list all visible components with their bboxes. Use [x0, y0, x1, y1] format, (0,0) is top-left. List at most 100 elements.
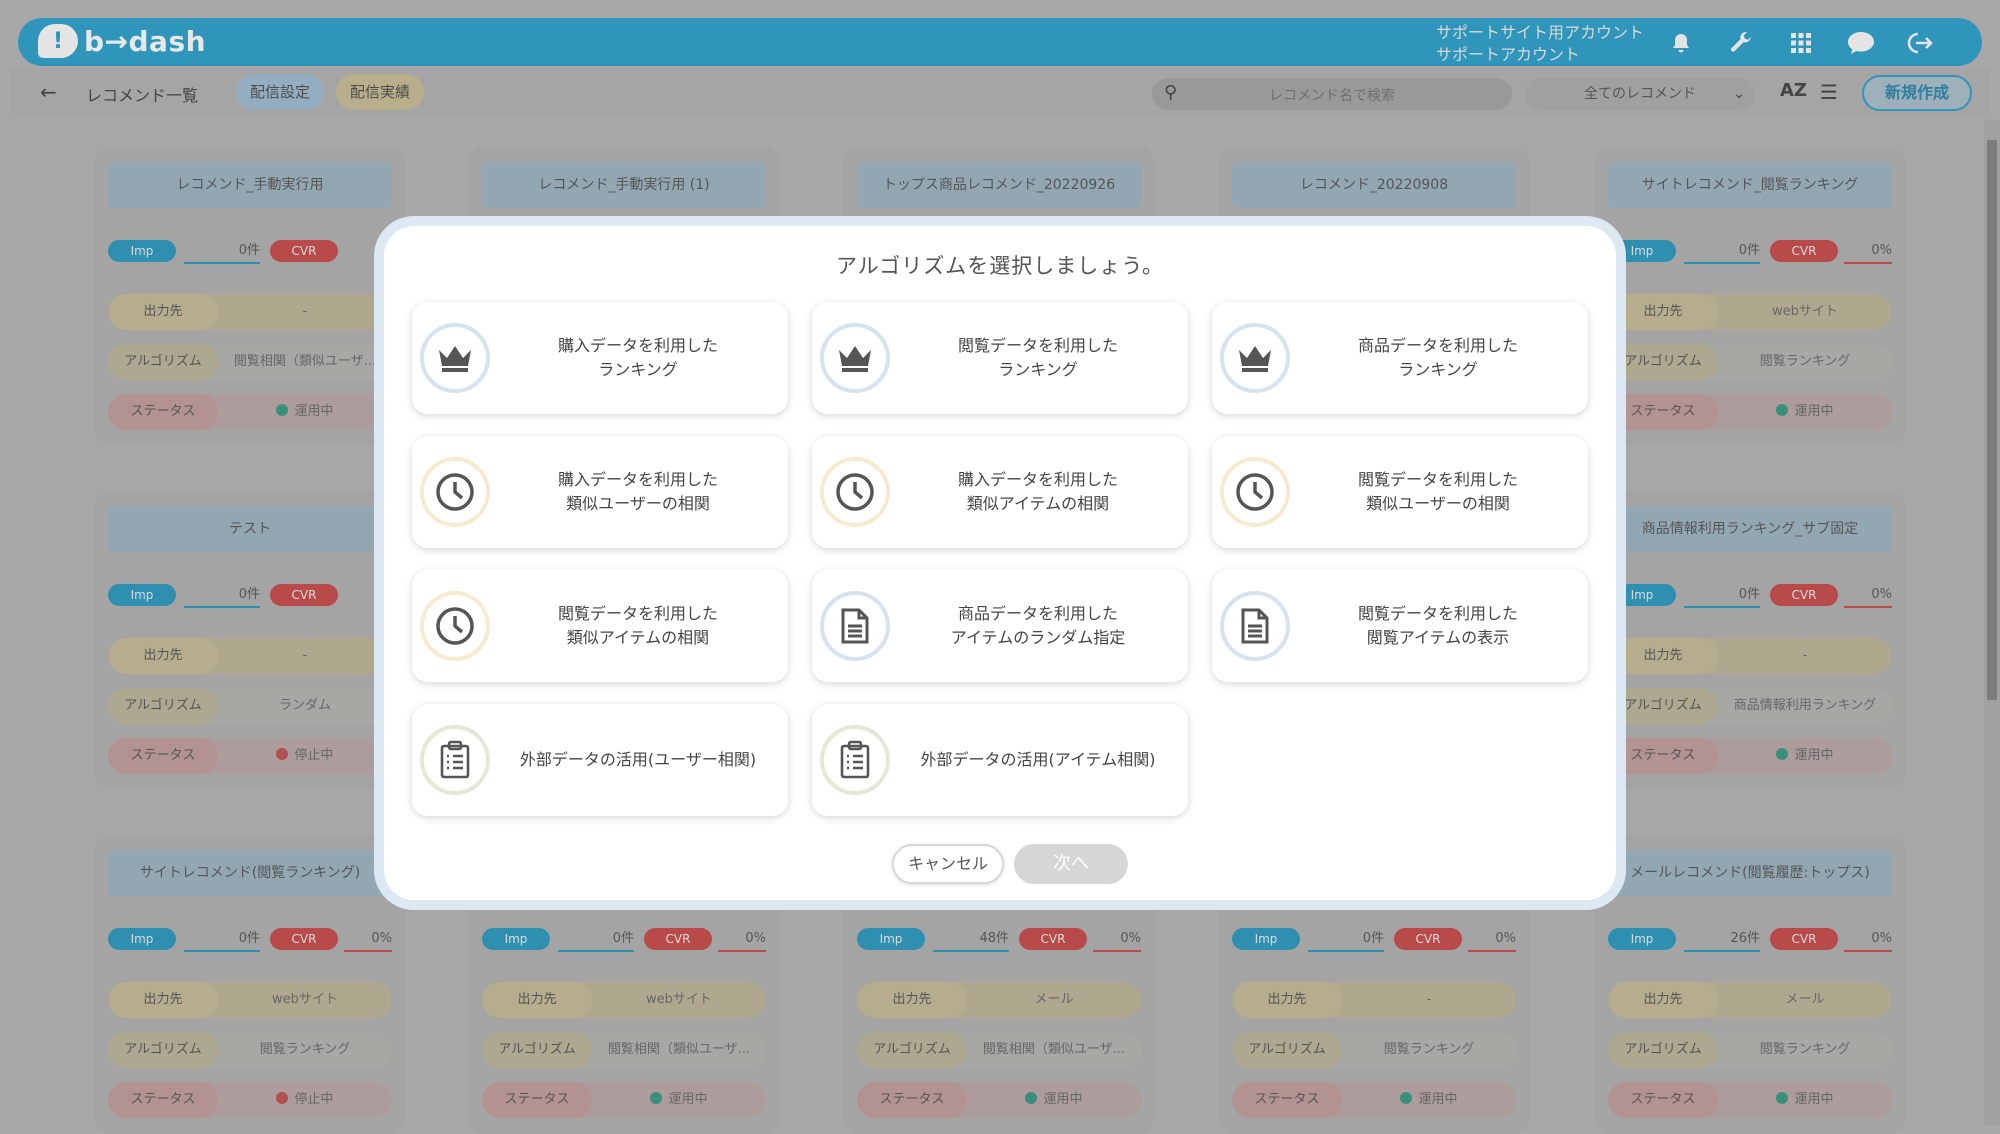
clock-icon — [1220, 457, 1290, 527]
option-purchase-item-correlation[interactable]: 購入データを利用した 類似アイテムの相関 — [812, 436, 1188, 548]
page-scrollbar[interactable] — [1984, 120, 2000, 1125]
option-browse-user-correlation[interactable]: 閲覧データを利用した 類似ユーザーの相関 — [1212, 436, 1588, 548]
search-input[interactable]: レコメンド名で検索 — [1152, 85, 1512, 105]
imp-value: 0件 — [184, 240, 260, 264]
imp-badge: Imp — [108, 584, 176, 606]
option-product-random[interactable]: 商品データを利用した アイテムのランダム指定 — [812, 570, 1188, 682]
option-label: 商品データを利用した ランキング — [1357, 336, 1518, 379]
recommend-card[interactable]: レコメンド_手動実行用 Imp 0件 CVR 出力先 - アルゴリズム 閲覧相関（類… — [94, 146, 406, 446]
cvr-value: 0% — [1093, 928, 1141, 952]
chat-bubble-icon[interactable] — [1846, 28, 1876, 58]
running-status-icon — [1025, 1092, 1038, 1104]
imp-value: 0件 — [1684, 240, 1760, 264]
status-row: ステータス 運用中 — [857, 1082, 1141, 1118]
filter-value: 全てのレコメンド — [1584, 86, 1696, 102]
status-row: ステータス 運用中 — [1608, 1082, 1892, 1118]
option-label: 商品データを利用した アイテムのランダム指定 — [950, 604, 1126, 647]
dialog-title: アルゴリズムを選択しましょう。 — [835, 254, 1165, 278]
bell-icon[interactable] — [1666, 28, 1696, 58]
option-browse-item-correlation[interactable]: 閲覧データを利用した 類似アイテムの相関 — [412, 570, 788, 682]
crown-icon — [420, 323, 490, 393]
tab-delivery-results[interactable]: 配信実績 — [336, 74, 425, 110]
imp-value: 0件 — [1684, 584, 1760, 608]
scroll-thumb[interactable] — [1987, 140, 1997, 700]
cvr-badge: CVR — [270, 240, 338, 262]
running-status-icon — [1400, 1092, 1413, 1104]
account-site-name: サポートサイト用アカウント — [1436, 23, 1645, 42]
account-info[interactable]: サポートサイト用アカウント サポートアカウント — [1436, 22, 1644, 66]
cvr-badge: CVR — [1770, 240, 1838, 262]
algorithm-row: アルゴリズム ランダム — [108, 688, 392, 724]
cvr-badge: CVR — [1770, 584, 1838, 606]
algorithm-row: アルゴリズム 閲覧ランキング — [108, 1032, 392, 1068]
logo-bubble-icon: ! — [38, 24, 78, 58]
stopped-status-icon — [276, 748, 289, 760]
output-row: 出力先 - — [1232, 982, 1516, 1018]
sort-az-icon[interactable]: AZ — [1780, 80, 1807, 101]
running-status-icon — [1776, 1092, 1789, 1104]
wrench-icon[interactable] — [1726, 28, 1756, 58]
option-label: 外部データの活用(アイテム相関) — [920, 750, 1156, 769]
imp-value: 0件 — [558, 928, 634, 952]
algorithm-row: アルゴリズム 閲覧ランキング — [1608, 344, 1892, 380]
recommend-filter-select[interactable]: 全てのレコメンド ⌄ — [1525, 78, 1755, 110]
imp-badge: Imp — [108, 240, 176, 262]
recommend-card[interactable]: サイトレコメンド_閲覧ランキング Imp 0件 CVR 0% 出力先 webサイト… — [1594, 146, 1906, 446]
option-purchase-ranking[interactable]: 購入データを利用した ランキング — [412, 302, 788, 414]
document-icon — [820, 591, 890, 661]
bdash-logo[interactable]: ! b→dash — [38, 24, 206, 58]
algorithm-row: アルゴリズム 閲覧ランキング — [1608, 1032, 1892, 1068]
search-box[interactable]: ⚲ レコメンド名で検索 — [1152, 78, 1512, 110]
chevron-down-icon: ⌄ — [1733, 86, 1745, 102]
recommend-card[interactable]: メールレコメンド(閲覧履歴:トップス) Imp 26件 CVR 0% 出力先 メー… — [1594, 834, 1906, 1134]
card-title: サイトレコメンド(閲覧ランキング) — [108, 850, 392, 896]
cvr-value: 0% — [344, 928, 392, 952]
output-row: 出力先 - — [108, 638, 392, 674]
back-arrow-icon[interactable]: ← — [40, 80, 57, 104]
cvr-value: 0% — [718, 928, 766, 952]
algorithm-row: アルゴリズム 閲覧ランキング — [1232, 1032, 1516, 1068]
next-button[interactable]: 次へ — [1014, 844, 1128, 884]
imp-badge: Imp — [1608, 928, 1676, 950]
imp-badge: Imp — [482, 928, 550, 950]
card-title: 商品情報利用ランキング_サブ固定 — [1608, 506, 1892, 552]
clock-icon — [420, 591, 490, 661]
imp-value: 0件 — [184, 584, 260, 608]
status-row: ステータス 運用中 — [1608, 394, 1892, 430]
option-browse-ranking[interactable]: 閲覧データを利用した ランキング — [812, 302, 1188, 414]
logo-text: b→dash — [84, 24, 207, 58]
cancel-button[interactable]: キャンセル — [892, 844, 1004, 884]
create-new-button[interactable]: 新規作成 — [1862, 75, 1972, 111]
logout-icon[interactable] — [1906, 28, 1936, 58]
option-purchase-user-correlation[interactable]: 購入データを利用した 類似ユーザーの相関 — [412, 436, 788, 548]
cvr-badge: CVR — [644, 928, 712, 950]
card-title: レコメンド_手動実行用 (1) — [482, 162, 766, 208]
account-user-name: サポートアカウント — [1436, 45, 1581, 64]
algorithm-row: アルゴリズム 商品情報利用ランキング — [1608, 688, 1892, 724]
card-title: テスト — [108, 506, 392, 552]
running-status-icon — [276, 404, 289, 416]
tab-delivery-settings[interactable]: 配信設定 — [236, 74, 325, 110]
option-browse-item-display[interactable]: 閲覧データを利用した 閲覧アイテムの表示 — [1212, 570, 1588, 682]
option-external-item-correlation[interactable]: 外部データの活用(アイテム相関) — [812, 704, 1188, 816]
algorithm-row: アルゴリズム 閲覧相関（類似ユーザ... — [108, 344, 392, 380]
running-status-icon — [1776, 404, 1789, 416]
option-product-ranking[interactable]: 商品データを利用した ランキング — [1212, 302, 1588, 414]
option-external-user-correlation[interactable]: 外部データの活用(ユーザー相関) — [412, 704, 788, 816]
crown-icon — [820, 323, 890, 393]
clock-icon — [420, 457, 490, 527]
clipboard-icon — [420, 725, 490, 795]
option-label: 閲覧データを利用した ランキング — [957, 336, 1118, 379]
list-view-icon[interactable]: ☰ — [1820, 80, 1838, 104]
imp-value: 48件 — [933, 928, 1009, 952]
recommend-card[interactable]: 商品情報利用ランキング_サブ固定 Imp 0件 CVR 0% 出力先 - アルゴリ… — [1594, 490, 1906, 790]
apps-grid-icon[interactable] — [1786, 28, 1816, 58]
recommend-card[interactable]: テスト Imp 0件 CVR 出力先 - アルゴリズム ランダム ステータス 停止中 — [94, 490, 406, 790]
card-title: レコメンド_20220908 — [1232, 162, 1516, 208]
output-row: 出力先 - — [108, 294, 392, 330]
cvr-value: 0% — [1844, 928, 1892, 952]
imp-badge: Imp — [1232, 928, 1300, 950]
clock-icon — [820, 457, 890, 527]
recommend-card[interactable]: サイトレコメンド(閲覧ランキング) Imp 0件 CVR 0% 出力先 webサイ… — [94, 834, 406, 1134]
option-label: 閲覧データを利用した 類似アイテムの相関 — [557, 604, 718, 647]
